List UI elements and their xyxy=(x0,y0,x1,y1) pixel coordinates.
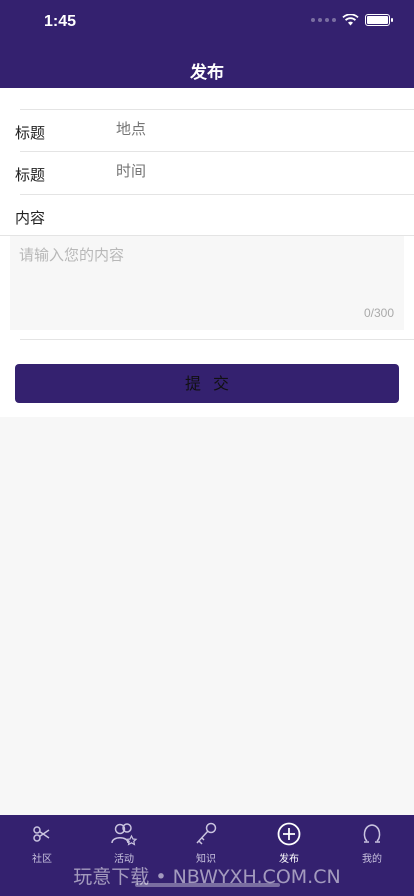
plus-circle-icon xyxy=(277,822,301,846)
scissors-icon xyxy=(33,826,50,842)
divider xyxy=(20,151,414,152)
people-star-icon xyxy=(111,823,138,846)
divider xyxy=(20,339,414,340)
battery-icon xyxy=(365,14,393,26)
tab-publish[interactable]: 发布 xyxy=(259,821,319,865)
home-indicator xyxy=(135,883,280,887)
page-title: 发布 xyxy=(190,63,224,83)
time-input[interactable] xyxy=(116,162,396,180)
time-label: 标题 xyxy=(15,166,46,184)
status-time: 1:45 xyxy=(44,13,77,30)
divider xyxy=(20,194,414,195)
content-textarea[interactable]: 请输入您的内容 0/300 xyxy=(10,236,404,330)
wifi-icon xyxy=(342,14,359,26)
location-label: 标题 xyxy=(15,124,46,142)
key-icon xyxy=(196,822,217,845)
signal-icon xyxy=(311,18,336,22)
submit-button[interactable]: 提交 xyxy=(15,364,399,403)
tab-mine[interactable]: 我的 xyxy=(342,821,402,865)
content-placeholder: 请输入您的内容 xyxy=(19,246,125,264)
tab-knowledge[interactable]: 知识 xyxy=(176,821,236,865)
app-header: 1:45 发布 xyxy=(0,0,414,88)
tab-community[interactable]: 社区 xyxy=(12,821,72,865)
tab-activity[interactable]: 活动 xyxy=(94,821,154,865)
divider xyxy=(20,109,414,110)
content-label: 内容 xyxy=(15,209,46,227)
char-counter: 0/300 xyxy=(363,306,394,320)
person-icon xyxy=(363,824,381,843)
location-input[interactable] xyxy=(116,120,396,138)
publish-form: 标题 标题 内容 请输入您的内容 0/300 提交 xyxy=(0,88,414,417)
status-icons xyxy=(311,14,393,26)
